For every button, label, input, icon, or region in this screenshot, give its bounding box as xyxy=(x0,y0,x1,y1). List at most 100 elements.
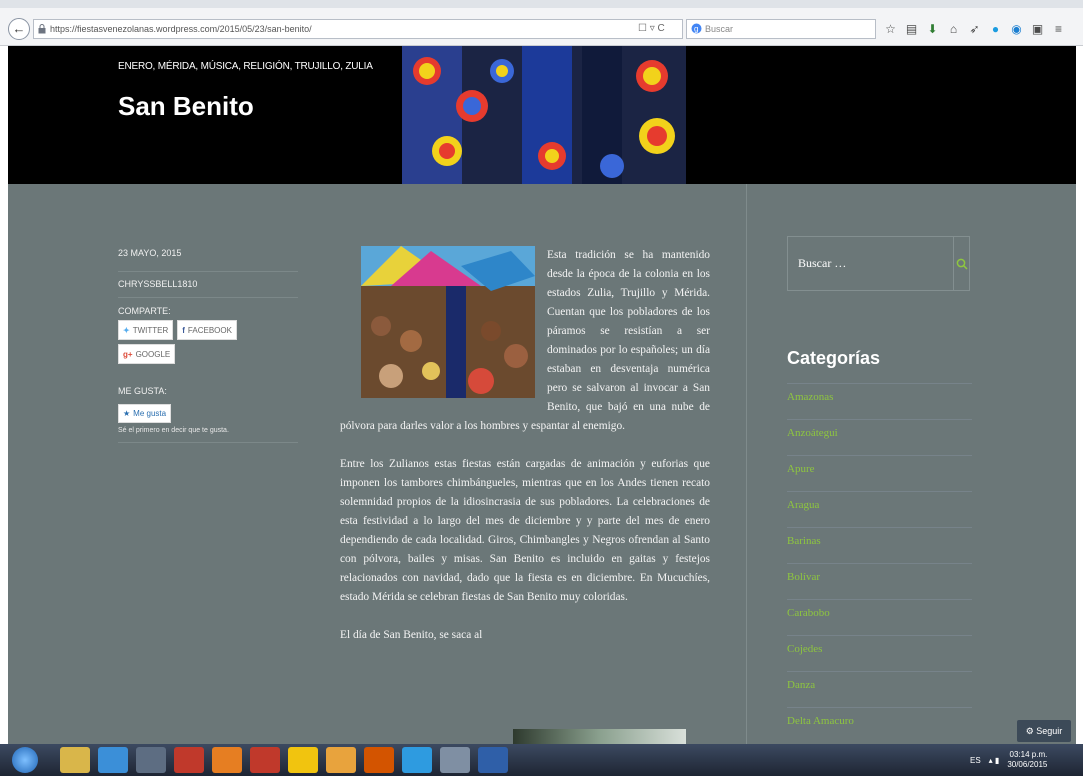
facebook-share-button[interactable]: f FACEBOOK xyxy=(177,320,237,340)
sidebar-divider xyxy=(746,184,747,744)
skype-icon[interactable] xyxy=(402,747,432,773)
taskbar-apps xyxy=(60,747,508,773)
system-tray: ES ▴ ▮ 03:14 p.m. 30/06/2015 xyxy=(970,750,1047,770)
share-buttons: ✦ TWITTER f FACEBOOK g+ GOOGLE xyxy=(118,320,258,364)
categories-title: Categorías xyxy=(787,348,881,368)
lock-icon xyxy=(38,24,46,34)
article-image xyxy=(361,246,535,398)
address-bar[interactable]: https://fiestasvenezolanas.wordpress.com… xyxy=(33,19,683,39)
network-icon[interactable]: ▴ ▮ xyxy=(989,756,1000,765)
site-header: ENERO, MÉRIDA, MÚSICA, RELIGIÓN, TRUJILL… xyxy=(8,46,1076,184)
svg-text:g: g xyxy=(694,25,698,34)
chat-icon[interactable]: ◉ xyxy=(1010,22,1023,36)
header-image xyxy=(402,46,686,184)
category-item: Anzoátegui xyxy=(787,419,972,455)
star-icon[interactable]: ☆ xyxy=(884,22,897,36)
category-item: Cojedes xyxy=(787,635,972,671)
skype-icon[interactable]: ● xyxy=(989,22,1002,36)
post-date[interactable]: 23 MAYO, 2015 xyxy=(118,246,298,272)
app-icon[interactable] xyxy=(136,747,166,773)
menu-icon[interactable]: ≡ xyxy=(1052,22,1065,36)
category-item: Barinas xyxy=(787,527,972,563)
twitter-icon: ✦ xyxy=(123,325,130,335)
powerpoint-icon[interactable] xyxy=(364,747,394,773)
category-link[interactable]: Aragua xyxy=(787,499,819,511)
word-icon[interactable] xyxy=(478,747,508,773)
article-image-2 xyxy=(513,729,686,744)
search-engine-icon: g xyxy=(691,23,702,34)
category-link[interactable]: Cojedes xyxy=(787,643,822,655)
paint-icon[interactable] xyxy=(440,747,470,773)
article-paragraph-2: Entre los Zulianos estas fiestas están c… xyxy=(340,458,710,603)
facebook-label: FACEBOOK xyxy=(187,325,232,335)
clock-date: 30/06/2015 xyxy=(1007,760,1048,769)
sidebar: Categorías Amazonas Anzoátegui Apure Ara… xyxy=(787,236,972,743)
send-icon[interactable]: ➶ xyxy=(968,22,981,36)
address-text: https://fiestasvenezolanas.wordpress.com… xyxy=(50,24,312,34)
article-body: Esta tradición se ha mantenido desde la … xyxy=(340,246,710,664)
clock-time: 03:14 p.m. xyxy=(1009,750,1048,759)
share-label: COMPARTE: xyxy=(118,306,171,316)
star-icon: ★ xyxy=(123,409,131,418)
category-link[interactable]: Apure xyxy=(787,463,815,475)
category-item: Aragua xyxy=(787,491,972,527)
home-icon[interactable]: ⌂ xyxy=(947,22,960,36)
explorer-icon[interactable] xyxy=(60,747,90,773)
page-title: San Benito xyxy=(118,91,254,121)
category-item: Bolívar xyxy=(787,563,972,599)
start-button[interactable] xyxy=(12,747,38,773)
clipboard-icon[interactable]: ▤ xyxy=(905,22,918,36)
post-categories[interactable]: ENERO, MÉRIDA, MÚSICA, RELIGIÓN, TRUJILL… xyxy=(118,61,373,72)
twitter-share-button[interactable]: ✦ TWITTER xyxy=(118,320,174,340)
browser-toolbar: ← https://fiestasvenezolanas.wordpress.c… xyxy=(0,0,1083,46)
language-indicator[interactable]: ES xyxy=(970,756,981,765)
post-meta: 23 MAYO, 2015 CHRYSSBELL1810 COMPARTE: ✦… xyxy=(118,246,298,443)
category-link[interactable]: Anzoátegui xyxy=(787,427,838,439)
reload-icon[interactable]: ☐ ▿ C xyxy=(638,23,665,34)
category-link[interactable]: Barinas xyxy=(787,535,821,547)
acrobat-icon[interactable] xyxy=(250,747,280,773)
category-link[interactable]: Amazonas xyxy=(787,391,833,403)
category-link[interactable]: Delta Amacuro xyxy=(787,715,854,727)
main-content: 23 MAYO, 2015 CHRYSSBELL1810 COMPARTE: ✦… xyxy=(8,184,1076,744)
like-note: Sé el primero en decir que te gusta. xyxy=(118,427,298,443)
follow-button[interactable]: ⚙ Seguir xyxy=(1017,720,1071,742)
category-item: Apure xyxy=(787,455,972,491)
sidebar-search xyxy=(787,236,970,291)
category-link[interactable]: Carabobo xyxy=(787,607,830,619)
search-icon xyxy=(956,258,968,270)
category-item: Delta Amacuro xyxy=(787,707,972,743)
tab-strip xyxy=(0,0,1083,8)
taskbar: ES ▴ ▮ 03:14 p.m. 30/06/2015 xyxy=(0,744,1083,776)
search-button[interactable] xyxy=(953,237,969,290)
like-label: ME GUSTA: xyxy=(118,386,167,396)
search-input[interactable] xyxy=(788,237,953,290)
google-plus-icon: g+ xyxy=(123,349,133,359)
ie-icon[interactable] xyxy=(98,747,128,773)
browser-search-placeholder: Buscar xyxy=(705,24,734,34)
extension-icon[interactable]: ▣ xyxy=(1031,22,1044,36)
facebook-icon: f xyxy=(182,325,185,335)
toolbar-icons: ☆ ▤ ⬇ ⌂ ➶ ● ◉ ▣ ≡ xyxy=(884,20,1065,38)
follow-label: Seguir xyxy=(1036,726,1063,736)
twitter-label: TWITTER xyxy=(132,325,169,335)
chrome-icon[interactable] xyxy=(288,747,318,773)
category-link[interactable]: Bolívar xyxy=(787,571,820,583)
back-button[interactable]: ← xyxy=(8,18,30,40)
post-author[interactable]: CHRYSSBELL1810 xyxy=(118,272,298,298)
like-button[interactable]: ★ Me gusta xyxy=(118,404,172,423)
google-share-button[interactable]: g+ GOOGLE xyxy=(118,344,176,364)
category-link[interactable]: Danza xyxy=(787,679,815,691)
firefox-icon[interactable] xyxy=(212,747,242,773)
category-item: Amazonas xyxy=(787,383,972,419)
like-button-label: Me gusta xyxy=(133,409,167,418)
app-red-icon[interactable] xyxy=(174,747,204,773)
download-icon[interactable]: ⬇ xyxy=(926,22,939,36)
follow-icon: ⚙ xyxy=(1025,726,1034,736)
category-item: Carabobo xyxy=(787,599,972,635)
category-item: Danza xyxy=(787,671,972,707)
browser-search-field[interactable]: g Buscar xyxy=(686,19,876,39)
clock[interactable]: 03:14 p.m. 30/06/2015 xyxy=(1007,750,1047,770)
media-icon[interactable] xyxy=(326,747,356,773)
google-label: GOOGLE xyxy=(135,349,171,359)
